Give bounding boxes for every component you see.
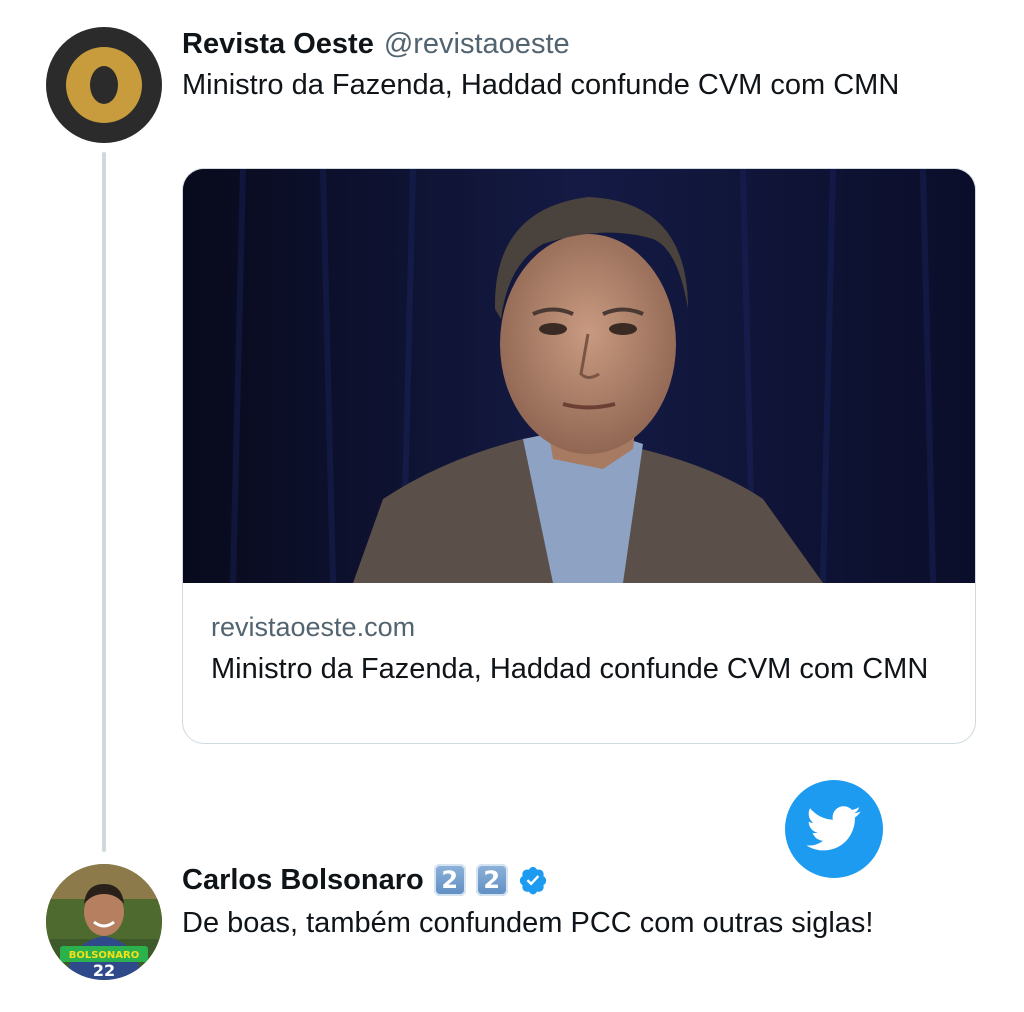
user-handle[interactable]: @revistaoeste xyxy=(384,28,570,61)
tweet-text: De boas, também confundem PCC com outras… xyxy=(182,907,874,939)
display-name[interactable]: Revista Oeste xyxy=(182,28,374,61)
avatar-badge-line1: BOLSONARO xyxy=(69,950,140,961)
card-meta: revistaoeste.com Ministro da Fazenda, Ha… xyxy=(211,609,931,689)
card-photo-portrait xyxy=(183,169,975,584)
keycap-emoji: 2 xyxy=(433,864,466,896)
avatar-badge-line2: 22 xyxy=(93,961,115,980)
tweet-header: Revista Oeste @revistaoeste xyxy=(182,24,570,64)
twitter-bird-glyph xyxy=(806,806,861,851)
display-name[interactable]: Carlos Bolsonaro xyxy=(182,864,424,897)
thread-connector-line xyxy=(102,152,106,852)
tweet-revista-oeste[interactable]: Revista Oeste @revistaoeste Ministro da … xyxy=(0,0,1024,852)
link-preview-card[interactable]: revistaoeste.com Ministro da Fazenda, Ha… xyxy=(182,168,976,744)
tweet-text: Ministro da Fazenda, Haddad confunde CVM… xyxy=(182,69,900,101)
card-title: Ministro da Fazenda, Haddad confunde CVM… xyxy=(211,653,929,685)
oeste-logo-ring xyxy=(66,47,142,123)
keycap-emoji: 2 xyxy=(475,864,508,896)
card-domain: revistaoeste.com xyxy=(211,612,416,642)
card-photo xyxy=(183,169,975,584)
avatar-revista-oeste[interactable] xyxy=(46,27,162,143)
oeste-logo-core xyxy=(90,66,118,104)
tweet-header: Carlos Bolsonaro 2 2 xyxy=(182,860,548,900)
avatar-carlos-bolsonaro[interactable]: BOLSONARO 22 xyxy=(46,864,162,980)
avatar-carlos-picture: BOLSONARO 22 xyxy=(46,864,162,980)
verified-badge-icon xyxy=(518,865,548,895)
